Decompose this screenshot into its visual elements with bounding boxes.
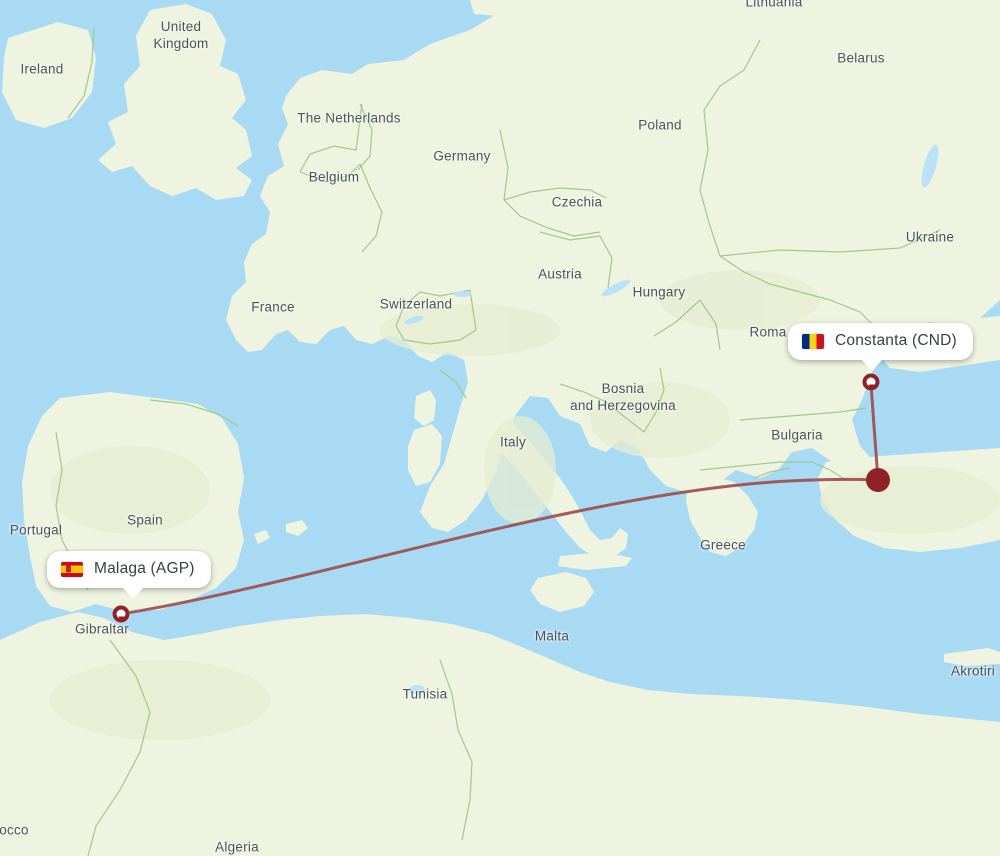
terrain-apennines [484, 416, 556, 524]
tooltip-pointer [122, 587, 144, 599]
airport-marker-istanbul-hub[interactable] [866, 468, 890, 492]
romania-flag [802, 333, 824, 349]
terrain-carpathians [660, 270, 820, 330]
airport-tooltip-label: Malaga (AGP) [94, 560, 195, 577]
lake-constance [453, 291, 471, 297]
tooltip-pointer [861, 359, 883, 371]
airport-marker-constanta[interactable] [862, 373, 880, 391]
map-canvas [0, 0, 1000, 856]
lake-ichkeul [409, 685, 425, 695]
airport-tooltip-malaga[interactable]: Malaga (AGP) [47, 551, 211, 599]
flight-route-map[interactable]: Ireland United Kingdom The Netherlands Belg… [0, 0, 1000, 856]
airport-marker-malaga[interactable] [112, 605, 130, 623]
terrain-atlas [50, 660, 270, 740]
terrain-meseta [50, 446, 210, 534]
terrain-balkans [590, 382, 730, 458]
spain-flag [61, 561, 83, 577]
airport-tooltip-label: Constanta (CND) [835, 332, 957, 349]
terrain-alps [380, 304, 560, 356]
terrain-anatolia [820, 466, 1000, 534]
airport-tooltip-constanta[interactable]: Constanta (CND) [788, 323, 973, 371]
spain-coat-of-arms-icon [66, 565, 71, 573]
